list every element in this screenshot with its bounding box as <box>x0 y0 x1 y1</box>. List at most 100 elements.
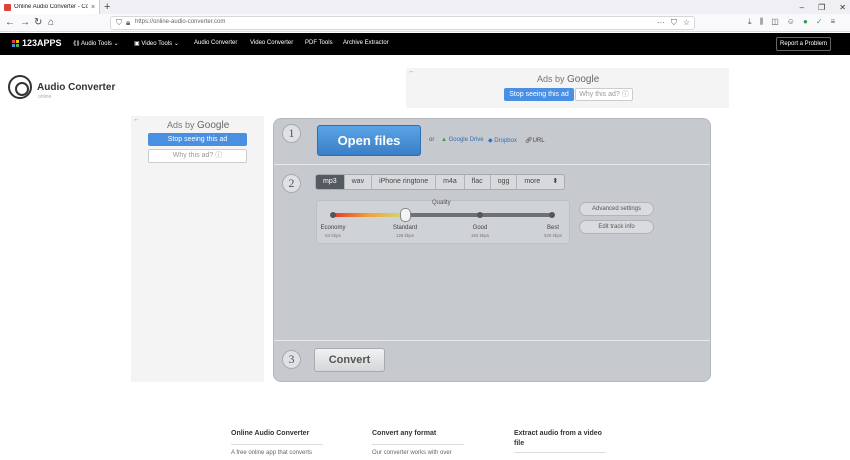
format-iphone-ringtone[interactable]: iPhone ringtone <box>372 175 437 189</box>
app-subtitle: online <box>38 94 52 100</box>
converter-panel <box>273 118 711 382</box>
minimize-icon[interactable]: – <box>800 3 804 12</box>
footer-title-online-audio-converter: Online Audio Converter <box>231 430 310 437</box>
url-bar[interactable]: ⛉ 🔒︎ https://online-audio-converter.com … <box>110 16 695 30</box>
footer-divider <box>231 444 323 445</box>
ads-by-google: Ads by Google <box>167 120 230 131</box>
edit-track-info-button[interactable]: Edit track info <box>579 220 654 234</box>
format-flac[interactable]: flac <box>465 175 491 189</box>
footer-divider <box>514 452 606 453</box>
step-2-badge: 2 <box>282 174 301 193</box>
quality-name-good: Good <box>472 225 488 231</box>
reload-icon[interactable]: ↻ <box>34 17 42 29</box>
restore-icon[interactable]: ❐ <box>818 3 825 12</box>
convert-button[interactable]: Convert <box>314 348 385 372</box>
footer-text: Our converter works with over <box>372 450 452 456</box>
footer-title-convert-any-format: Convert any format <box>372 430 437 437</box>
google-drive-icon: ▲ <box>441 137 447 143</box>
tab-favicon-icon <box>4 3 11 11</box>
format-selector: mp3 wav iPhone ringtone m4a flac ogg mor… <box>315 174 566 190</box>
nav-pdf-tools[interactable]: PDF Tools <box>305 40 333 46</box>
app-title: Audio Converter <box>37 82 116 93</box>
brand-logo-icon <box>12 39 19 47</box>
nav-video-converter[interactable]: Video Converter <box>250 40 293 46</box>
downloads-icon[interactable]: ⤓ <box>748 17 752 27</box>
quality-slider-handle[interactable] <box>400 208 411 222</box>
nav-archive-extractor[interactable]: Archive Extractor <box>343 40 389 46</box>
top-ad: ← Ads by Google Stop seeing this ad Why … <box>406 68 729 108</box>
footer-text: A free online app that converts <box>231 450 313 456</box>
stop-seeing-ad-button[interactable]: Stop seeing this ad <box>504 88 574 101</box>
library-icon[interactable]: ⫼ <box>760 17 764 27</box>
format-m4a[interactable]: m4a <box>436 175 465 189</box>
shield-icon[interactable]: ⛉ <box>116 18 122 28</box>
quality-kbps-best: 320 kbps <box>543 233 563 238</box>
stop-seeing-ad-button[interactable]: Stop seeing this ad <box>148 133 247 146</box>
dropbox-link[interactable]: ◆ Dropbox <box>488 137 517 144</box>
lock-icon[interactable]: 🔒︎ <box>126 18 130 28</box>
back-icon[interactable]: ← <box>5 17 15 29</box>
open-files-button[interactable]: Open files <box>317 125 421 156</box>
advanced-settings-button[interactable]: Advanced settings <box>579 202 654 216</box>
quality-tick-economy[interactable] <box>330 212 336 218</box>
step-1-badge: 1 <box>282 124 301 143</box>
format-more-dropdown[interactable]: more ⬍ <box>517 175 564 189</box>
window-close-icon[interactable]: ✕ <box>839 3 846 12</box>
tab-title: Online Audio Converter - Con <box>14 4 88 10</box>
why-this-ad-button[interactable]: Why this ad? ⓘ <box>148 149 247 163</box>
url-text[interactable]: https://online-audio-converter.com <box>135 19 225 25</box>
browser-nav-bar: ← → ↻ ⌂ ⛉ 🔒︎ https://online-audio-conver… <box>0 14 850 32</box>
window-controls: – ❐ ✕ <box>800 0 846 14</box>
nav-video-tools[interactable]: ▣ Video Tools ⌄ <box>134 40 179 47</box>
url-link[interactable]: 🔗︎URL <box>525 137 545 144</box>
dropbox-icon: ◆ <box>488 138 493 144</box>
home-icon[interactable]: ⌂ <box>48 17 54 29</box>
nav-audio-tools[interactable]: ⟪⟫ Audio Tools ⌄ <box>73 40 119 47</box>
why-this-ad-button[interactable]: Why this ad? ⓘ <box>575 88 633 101</box>
quality-slider-fill <box>333 213 406 217</box>
step-divider <box>274 164 710 165</box>
url-actions: ··· ⛉ ☆ <box>657 18 690 28</box>
ad-back-icon[interactable]: ← <box>408 68 415 75</box>
new-tab-button[interactable]: + <box>104 0 110 14</box>
site-nav: 123APPS ⟪⟫ Audio Tools ⌄ ▣ Video Tools ⌄… <box>0 33 850 55</box>
quality-name-best: Best <box>546 225 559 231</box>
left-ad: ← Ads by Google Stop seeing this ad Why … <box>131 116 264 382</box>
quality-name-economy: Economy <box>320 225 346 231</box>
or-label: or <box>429 137 435 143</box>
footer-title-extract-audio-line2: file <box>514 440 525 447</box>
toolbar-icons: ⤓ ⫼ ◫ ☺ ● ✓ ≡ <box>748 17 835 27</box>
quality-label: Quality <box>432 200 451 206</box>
pocket-icon[interactable]: ⛉ <box>671 18 677 28</box>
brand-logo[interactable]: 123APPS <box>12 38 62 48</box>
forward-icon[interactable]: → <box>20 17 30 29</box>
quality-name-standard: Standard <box>392 225 418 231</box>
ads-by-google: Ads by Google <box>537 74 600 85</box>
format-ogg[interactable]: ogg <box>491 175 518 189</box>
browser-tab-bar: Online Audio Converter - Con × + – ❐ ✕ <box>0 0 850 14</box>
ad-back-icon[interactable]: ← <box>133 116 140 123</box>
extension-icon[interactable]: ● <box>803 17 808 27</box>
page-actions-icon[interactable]: ··· <box>657 18 665 28</box>
audio-converter-logo-icon <box>8 75 32 99</box>
step-3-badge: 3 <box>282 350 301 369</box>
nav-audio-converter[interactable]: Audio Converter <box>194 40 237 46</box>
extension-check-icon[interactable]: ✓ <box>816 17 823 27</box>
tab-close-icon[interactable]: × <box>91 4 95 11</box>
format-mp3[interactable]: mp3 <box>316 175 345 189</box>
footer-title-extract-audio: Extract audio from a video <box>514 430 602 437</box>
dropdown-arrow-icon: ⬍ <box>552 178 559 185</box>
menu-icon[interactable]: ≡ <box>831 17 836 27</box>
sidebar-icon[interactable]: ◫ <box>771 17 779 27</box>
google-drive-link[interactable]: ▲ Google Drive <box>441 137 484 143</box>
format-wav[interactable]: wav <box>345 175 373 189</box>
quality-tick-best[interactable] <box>549 212 555 218</box>
browser-tab[interactable]: Online Audio Converter - Con × <box>0 0 100 14</box>
account-icon[interactable]: ☺ <box>787 17 795 27</box>
quality-tick-good[interactable] <box>477 212 483 218</box>
report-problem-button[interactable]: Report a Problem <box>776 37 831 51</box>
bookmark-star-icon[interactable]: ☆ <box>683 18 690 28</box>
quality-kbps-economy: 64 kbps <box>325 233 341 238</box>
quality-kbps-standard: 128 kbps <box>395 233 415 238</box>
quality-kbps-good: 192 kbps <box>470 233 490 238</box>
